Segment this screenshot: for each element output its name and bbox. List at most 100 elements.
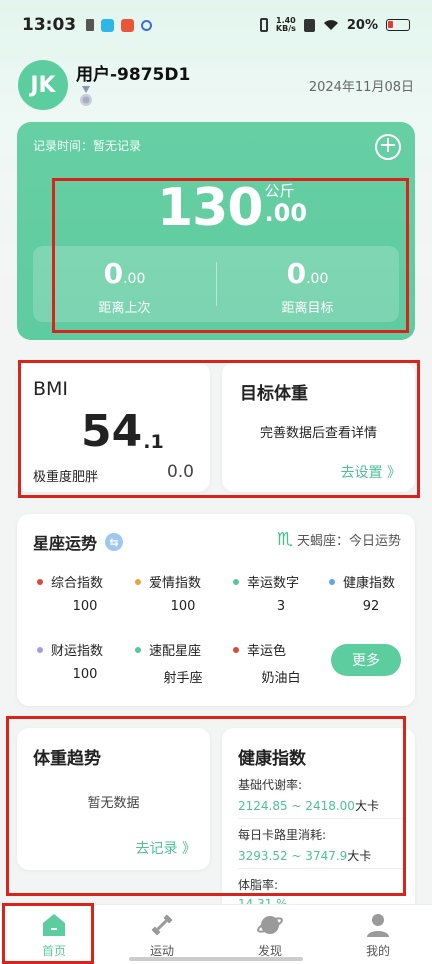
health-row-label: 每日卡路里消耗: xyxy=(238,828,327,842)
battery-percent: 20% xyxy=(346,17,378,33)
net-speed-unit: KB/s xyxy=(275,24,296,33)
no-sim-icon xyxy=(303,18,315,32)
notification-icons xyxy=(86,18,153,32)
wifi-icon xyxy=(323,20,338,30)
weight-unit: 公斤 xyxy=(264,182,295,200)
record-time: 记录时间：暂无记录 xyxy=(33,139,142,153)
bmi-integer: 54 xyxy=(81,406,143,457)
item-label: 综合指数 xyxy=(51,576,104,591)
horoscope-item: 速配星座 射手座 xyxy=(135,640,231,686)
goal-hint: 完善数据后查看详情 xyxy=(259,426,377,441)
divider xyxy=(238,818,403,819)
status-right: 1.40 KB/s 20% xyxy=(259,17,410,33)
nav-label: 首页 xyxy=(41,943,66,958)
health-row-label: 体脂率: xyxy=(238,878,279,892)
diff-target-dec: .00 xyxy=(306,271,329,287)
horoscope-card: 星座运势 ⇆ ♏ 天蝎座：今日运势 综合指数 100 爱情指数 100 幸运数字… xyxy=(17,514,415,706)
nav-home[interactable]: 首页 xyxy=(0,905,108,964)
bottom-nav: 首页 运动 发现 我的 xyxy=(0,904,432,964)
weight-integer: 130 xyxy=(157,178,264,238)
status-bar: 13:03 1.40 KB/s 20% xyxy=(0,0,432,50)
item-label: 幸运色 xyxy=(247,644,287,659)
nav-discover[interactable]: 发现 xyxy=(216,905,324,964)
bmi-card[interactable]: BMI 54.1 极重度肥胖 0.0 xyxy=(17,362,210,492)
weight-card[interactable]: 记录时间：暂无记录 + 130 公斤 .00 0.00 距离上次 0.00 距离… xyxy=(17,122,415,340)
health-row-unit: 大卡 xyxy=(354,799,379,813)
sim-icon xyxy=(86,19,95,31)
item-value: 100 xyxy=(72,667,98,682)
vibrate-icon xyxy=(259,18,268,32)
dot-icon xyxy=(233,646,239,653)
user-icon xyxy=(367,913,389,937)
divider xyxy=(238,868,403,869)
health-row-label: 基础代谢率: xyxy=(238,778,303,792)
diff-last: 0.00 距离上次 xyxy=(33,258,216,317)
medal-icon[interactable] xyxy=(78,86,94,108)
home-indicator xyxy=(129,957,303,961)
planet-icon xyxy=(257,915,283,934)
health-row-unit: 大卡 xyxy=(347,849,372,863)
horoscope-item: 幸运数字 3 xyxy=(233,572,329,614)
horoscope-item: 爱情指数 100 xyxy=(135,572,231,614)
diff-target-label: 距离目标 xyxy=(281,301,334,316)
item-value: 3 xyxy=(276,599,286,614)
item-value: 奶油白 xyxy=(261,671,301,686)
bmi-value: 54.1 xyxy=(81,406,164,457)
username: 用户-9875D1 xyxy=(76,65,191,85)
app-notification-icon xyxy=(121,18,135,32)
plus-icon: + xyxy=(378,133,398,158)
bmi-side-value: 0.0 xyxy=(166,462,194,482)
horoscope-item: 综合指数 100 xyxy=(37,572,133,614)
goal-title: 目标体重 xyxy=(240,384,308,404)
status-time: 13:03 xyxy=(22,15,77,35)
diff-target-int: 0 xyxy=(286,257,307,290)
avatar[interactable]: JK xyxy=(18,60,68,110)
gear-icon xyxy=(141,19,153,31)
item-label: 幸运数字 xyxy=(247,576,300,591)
health-row: 每日卡路里消耗: 3293.52 ~ 3747.9大卡 xyxy=(238,826,408,864)
trend-empty: 暂无数据 xyxy=(87,796,140,811)
zodiac-sign-text: 天蝎座：今日运势 xyxy=(296,534,401,549)
weight-decimal: .00 xyxy=(264,199,308,227)
diff-target: 0.00 距离目标 xyxy=(216,257,399,317)
net-speed: 1.40 KB/s xyxy=(276,17,296,33)
horoscope-title-text: 星座运势 xyxy=(33,534,98,553)
go-record-link[interactable]: 去记录 》 xyxy=(136,838,196,858)
horoscope-item: 健康指数 92 xyxy=(329,572,413,614)
current-date: 2024年11月08日 xyxy=(308,80,414,95)
health-index-card[interactable]: 健康指数 基础代谢率: 2124.85 ~ 2418.00大卡 每日卡路里消耗:… xyxy=(222,728,415,928)
horoscope-item: 财运指数 100 xyxy=(37,640,133,682)
dot-icon xyxy=(37,646,43,653)
nav-sport[interactable]: 运动 xyxy=(108,905,216,964)
goal-weight-card[interactable]: 目标体重 完善数据后查看详情 去设置 》 xyxy=(222,362,415,492)
item-label: 财运指数 xyxy=(51,644,104,659)
health-row-value: 2124.85 ~ 2418.00 xyxy=(238,799,355,813)
item-value: 100 xyxy=(170,599,196,614)
dot-icon xyxy=(37,578,43,585)
item-value: 射手座 xyxy=(163,671,203,686)
diff-last-label: 距离上次 xyxy=(98,301,151,316)
scorpio-icon: ♏ xyxy=(276,529,293,550)
battery-icon xyxy=(386,19,410,31)
weight-diff-panel: 0.00 距离上次 0.00 距离目标 xyxy=(33,246,399,322)
dot-icon xyxy=(135,578,141,585)
more-button[interactable]: 更多 xyxy=(331,644,401,676)
swap-icon[interactable]: ⇆ xyxy=(105,533,124,551)
nav-label: 运动 xyxy=(149,943,174,958)
go-settings-link[interactable]: 去设置 》 xyxy=(341,462,401,482)
trend-title: 体重趋势 xyxy=(33,749,101,769)
diff-last-dec: .00 xyxy=(123,271,146,287)
app-notification-icon xyxy=(101,18,115,32)
horoscope-title: 星座运势 ⇆ xyxy=(33,530,124,554)
weight-trend-card[interactable]: 体重趋势 暂无数据 去记录 》 xyxy=(17,728,210,870)
dumbbell-icon xyxy=(151,914,173,935)
item-label: 爱情指数 xyxy=(149,576,202,591)
health-row: 基础代谢率: 2124.85 ~ 2418.00大卡 xyxy=(238,776,408,814)
nav-mine[interactable]: 我的 xyxy=(324,905,432,964)
bmi-title: BMI xyxy=(33,378,69,400)
bmi-classification: 极重度肥胖 xyxy=(33,470,99,485)
add-record-button[interactable]: + xyxy=(375,134,401,160)
item-label: 速配星座 xyxy=(149,644,202,659)
zodiac-sign[interactable]: ♏ 天蝎座：今日运势 xyxy=(277,529,401,550)
dot-icon xyxy=(233,578,239,585)
